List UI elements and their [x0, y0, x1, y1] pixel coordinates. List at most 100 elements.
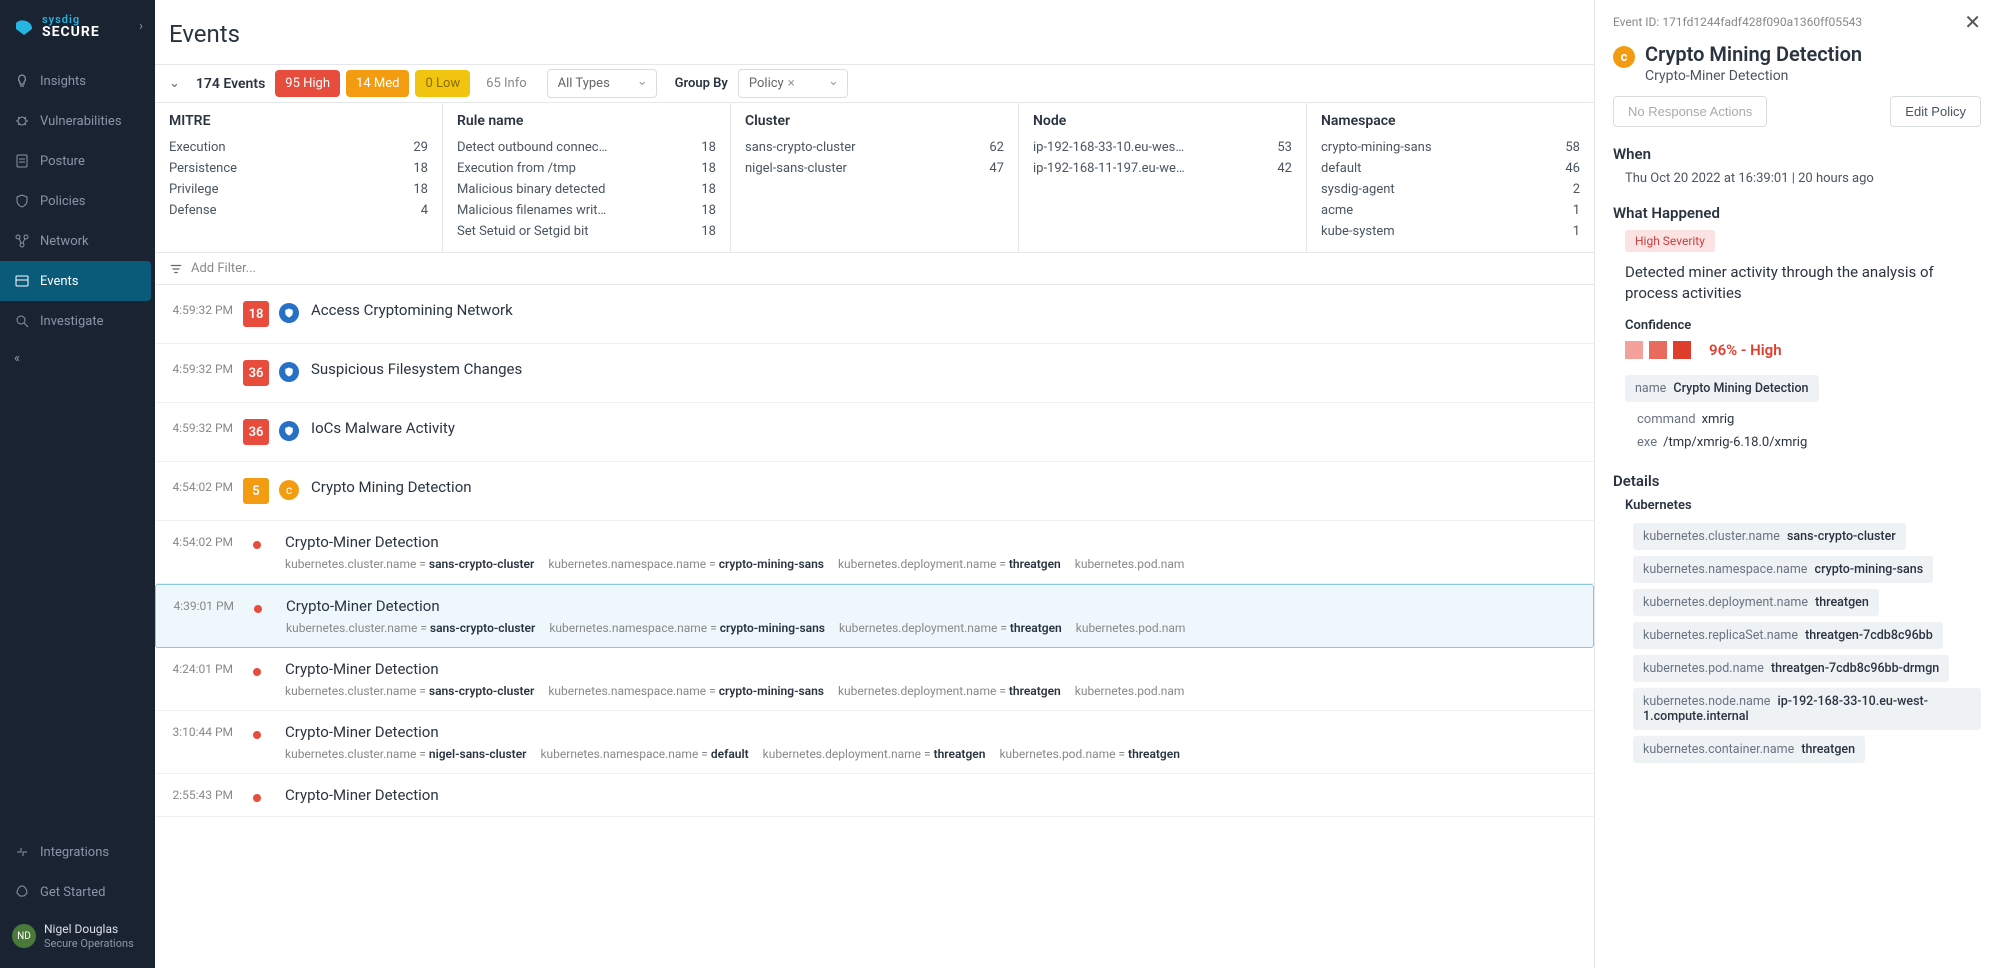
event-time: 4:59:32 PM	[155, 419, 243, 435]
what-happened-title: What Happened	[1613, 204, 1981, 222]
event-title: Crypto-Miner Detection	[285, 786, 1594, 804]
sub-event-row[interactable]: 2:55:43 PM Crypto-Miner Detection	[155, 774, 1594, 817]
event-row[interactable]: 4:59:32 PM 36 IoCs Malware Activity	[155, 403, 1594, 462]
k8s-pill: kubernetes.container.name threatgen	[1633, 736, 1865, 763]
sidebar-item-get-started[interactable]: Get Started	[0, 872, 155, 912]
sidebar: sysdig SECURE › Insights Vulnerabilities…	[0, 0, 155, 968]
summary-row-item[interactable]: crypto-mining-sans58	[1321, 137, 1580, 158]
event-id: Event ID: 171fd1244fadf428f090a1360ff055…	[1613, 15, 1862, 29]
filter-icon[interactable]	[169, 262, 183, 276]
event-title: Crypto-Miner Detection	[286, 597, 1593, 615]
k8s-pill: kubernetes.cluster.name sans-crypto-clus…	[1633, 523, 1906, 550]
main: Events ⌄ 174 Events 95 High 14 Med 0 Low…	[155, 0, 1594, 968]
k8s-pill: kubernetes.replicaSet.name threatgen-7cd…	[1633, 622, 1943, 649]
edit-policy-button[interactable]: Edit Policy	[1890, 96, 1981, 127]
chip-high[interactable]: 95 High	[275, 70, 340, 97]
sidebar-item-network[interactable]: Network	[0, 221, 155, 261]
groupby-select[interactable]: Policy×	[738, 69, 848, 98]
type-select[interactable]: All Types	[547, 69, 657, 98]
sidebar-item-investigate[interactable]: Investigate	[0, 301, 155, 341]
summary-row-item[interactable]: Malicious filenames writ…18	[457, 200, 716, 221]
toolbar: ⌄ 174 Events 95 High 14 Med 0 Low 65 Inf…	[155, 64, 1594, 103]
event-row[interactable]: 4:59:32 PM 18 Access Cryptomining Networ…	[155, 285, 1594, 344]
sub-event-row[interactable]: 4:54:02 PM Crypto-Miner Detection kubern…	[155, 521, 1594, 584]
summary-row-item[interactable]: Defense4	[169, 200, 428, 221]
chip-info[interactable]: 65 Info	[476, 70, 537, 97]
summary-row-item[interactable]: default46	[1321, 158, 1580, 179]
severity-dot-icon	[253, 541, 261, 549]
summary-row-item[interactable]: Execution from /tmp18	[457, 158, 716, 179]
summary-title: Namespace	[1321, 113, 1580, 129]
summary-row-item[interactable]: Privilege18	[169, 179, 428, 200]
detail-subtitle: Crypto-Miner Detection	[1645, 68, 1862, 84]
summary-row-item[interactable]: Detect outbound connec…18	[457, 137, 716, 158]
event-row[interactable]: 4:59:32 PM 36 Suspicious Filesystem Chan…	[155, 344, 1594, 403]
event-count-badge: 18	[243, 301, 269, 327]
name-pill: name Crypto Mining Detection	[1625, 375, 1819, 402]
user-menu[interactable]: ND Nigel Douglas Secure Operations	[0, 912, 155, 960]
sub-event-row[interactable]: 4:39:01 PM Crypto-Miner Detection kubern…	[155, 584, 1594, 648]
severity-dot-icon	[253, 668, 261, 676]
event-count-badge: 36	[243, 419, 269, 445]
sidebar-item-integrations[interactable]: Integrations	[0, 832, 155, 872]
event-title: Crypto-Miner Detection	[285, 533, 1594, 551]
nav-label: Integrations	[40, 845, 109, 860]
event-time: 4:59:32 PM	[155, 301, 243, 317]
exe-line: exe/tmp/xmrig-6.18.0/xmrig	[1625, 431, 1981, 454]
summary-row-item[interactable]: nigel-sans-cluster47	[745, 158, 1004, 179]
event-time: 4:54:02 PM	[155, 533, 243, 549]
severity-dot-icon	[253, 731, 261, 739]
event-meta: kubernetes.cluster.name = sans-crypto-cl…	[285, 684, 1594, 698]
summary-column-node: Nodeip-192-168-33-10.eu-wes…53ip-192-168…	[1019, 103, 1307, 252]
severity-badge: High Severity	[1625, 230, 1715, 252]
shield-icon	[14, 193, 30, 209]
summary-row-item[interactable]: ip-192-168-11-197.eu-we…42	[1033, 158, 1292, 179]
confidence-meter: 96% - High	[1625, 341, 1981, 359]
collapse-sidebar-button[interactable]: «	[0, 341, 155, 376]
sub-event-row[interactable]: 4:24:01 PM Crypto-Miner Detection kubern…	[155, 648, 1594, 711]
event-count-badge: 36	[243, 360, 269, 386]
summary-column-namespace: Namespace crypto-mining-sans58default46sy…	[1307, 103, 1594, 252]
user-org: Secure Operations	[44, 937, 134, 950]
sidebar-item-posture[interactable]: Posture	[0, 141, 155, 181]
severity-dot-icon	[253, 794, 261, 802]
chevron-down-icon[interactable]: ⌄	[163, 76, 186, 91]
confidence-text: 96% - High	[1709, 341, 1782, 359]
summary-title: Rule name	[457, 113, 716, 129]
nav-label: Events	[40, 274, 78, 289]
summary-row-item[interactable]: Execution29	[169, 137, 428, 158]
event-title: Crypto-Miner Detection	[285, 660, 1594, 678]
summary-column-rule: Rule name Detect outbound connec…18Execut…	[443, 103, 731, 252]
logo[interactable]: sysdig SECURE ›	[0, 0, 155, 53]
event-meta: kubernetes.cluster.name = nigel-sans-clu…	[285, 747, 1594, 761]
add-filter-input[interactable]: Add Filter...	[191, 261, 256, 276]
close-icon[interactable]: ✕	[1964, 10, 1981, 34]
chip-low[interactable]: 0 Low	[415, 70, 470, 97]
summary-row-item[interactable]: sans-crypto-cluster62	[745, 137, 1004, 158]
summary-row-item[interactable]: acme1	[1321, 200, 1580, 221]
sub-event-row[interactable]: 3:10:44 PM Crypto-Miner Detection kubern…	[155, 711, 1594, 774]
sidebar-item-policies[interactable]: Policies	[0, 181, 155, 221]
chevron-double-left-icon: «	[14, 351, 20, 366]
what-text: Detected miner activity through the anal…	[1625, 262, 1981, 304]
summary-row-item[interactable]: sysdig-agent2	[1321, 179, 1580, 200]
sidebar-item-events[interactable]: Events	[0, 261, 151, 301]
chip-med[interactable]: 14 Med	[346, 70, 409, 97]
event-row[interactable]: 4:54:02 PM 5 c Crypto Mining Detection	[155, 462, 1594, 521]
summary-row-item[interactable]: Persistence18	[169, 158, 428, 179]
sysdig-logo-icon	[12, 15, 36, 39]
summary-row-item[interactable]: Malicious binary detected18	[457, 179, 716, 200]
search-icon	[14, 313, 30, 329]
chevron-right-icon[interactable]: ›	[139, 19, 143, 34]
event-title: Access Cryptomining Network	[311, 301, 1594, 319]
summary-row-item[interactable]: ip-192-168-33-10.eu-wes…53	[1033, 137, 1292, 158]
page-title: Events	[155, 0, 1594, 64]
sidebar-item-vulnerabilities[interactable]: Vulnerabilities	[0, 101, 155, 141]
crypto-icon: c	[279, 480, 299, 500]
summary-row-item[interactable]: kube-system1	[1321, 221, 1580, 242]
summary-title: Cluster	[745, 113, 1004, 129]
summary-row-item[interactable]: Set Setuid or Setgid bit18	[457, 221, 716, 242]
event-title: Suspicious Filesystem Changes	[311, 360, 1594, 378]
detail-panel: Event ID: 171fd1244fadf428f090a1360ff055…	[1594, 0, 1999, 968]
sidebar-item-insights[interactable]: Insights	[0, 61, 155, 101]
